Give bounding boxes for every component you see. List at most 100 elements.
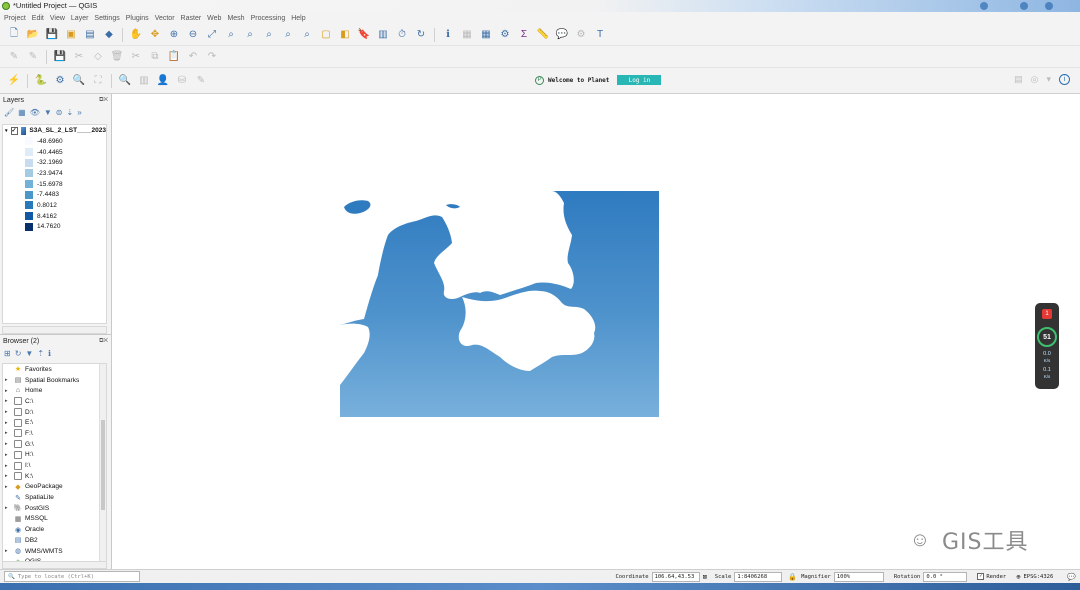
settings-gear-icon[interactable]: ⚙ [573,27,589,43]
locator-search[interactable]: 🔍 Type to locate (Ctrl+K) [4,571,140,582]
edits-pencil-icon[interactable]: ✎ [6,49,22,65]
attribute-table-icon[interactable]: ▦ [459,27,475,43]
open-layer-styling-icon[interactable]: 🖌 [4,108,14,117]
browser-item[interactable]: ◉ Oracle [3,524,106,535]
expand-all-icon[interactable]: ⇣ [67,108,74,117]
collapse-all-icon[interactable]: ⇡ [37,349,44,358]
field-calculator-icon[interactable]: ▦ [478,27,494,43]
zoom-out-icon[interactable]: ⊖ [185,27,201,43]
expand-icon[interactable]: ⛶ [90,73,106,89]
new-print-layout-icon[interactable]: ▣ [63,27,79,43]
show-bookmarks-icon[interactable]: ▥ [375,27,391,43]
expand-arrow-icon[interactable]: ▸ [5,441,11,447]
coordinate-field[interactable]: 106.64,43.53 [651,571,700,582]
browser-horizontal-scrollbar[interactable] [2,561,107,569]
menu-mesh[interactable]: Mesh [227,15,244,22]
render-checkbox[interactable]: ✓ [977,573,985,580]
quickosm-icon[interactable]: ⚡ [6,73,22,89]
info-icon[interactable]: i [1059,74,1070,85]
zoom-selection-icon[interactable]: ⌕ [223,27,239,43]
style-manager-icon[interactable]: ◆ [101,27,117,43]
browser-item[interactable]: ▸ I:\ [3,460,106,471]
menu-edit[interactable]: Edit [32,15,44,22]
menu-vector[interactable]: Vector [155,15,175,22]
browser-item[interactable]: ★ Favorites [3,364,106,375]
expand-arrow-icon[interactable]: ▸ [5,430,11,436]
refresh-icon[interactable]: ↻ [413,27,429,43]
expand-arrow-icon[interactable]: ▸ [5,463,11,469]
save-project-icon[interactable]: 💾 [44,27,60,43]
plugin-gear-icon[interactable]: ⚙ [52,73,68,89]
copy-features-icon[interactable]: ⧉ [147,49,163,65]
python-console-icon[interactable]: 🐍 [33,73,49,89]
collapse-arrow-icon[interactable]: ▾ [5,128,8,134]
expand-arrow-icon[interactable]: ▸ [5,505,11,511]
vertex-tool-icon[interactable]: ◇ [90,49,106,65]
scale-field[interactable]: 1:8406268 [734,571,783,582]
expand-arrow-icon[interactable]: ▸ [5,409,11,415]
panel-float-close-icon[interactable]: ⧉✕ [99,338,108,345]
browser-item[interactable]: ▦ MSSQL [3,514,106,525]
panel-float-close-icon[interactable]: ⧉✕ [99,97,108,104]
processing-toolbox-icon[interactable]: ⚙ [497,27,513,43]
browser-item[interactable]: ▸ ⌂ Home [3,385,106,396]
new-map-view-icon[interactable]: ▢ [318,27,334,43]
browser-item[interactable]: ▸ C:\ [3,396,106,407]
expand-arrow-icon[interactable]: ▸ [5,484,11,490]
cut-features-icon[interactable]: ✂ [128,49,144,65]
browser-item[interactable]: ▸ ◆ GeoPackage [3,482,106,493]
menu-web[interactable]: Web [207,15,221,22]
menu-project[interactable]: Project [4,15,26,22]
user-icon[interactable]: 👤 [155,73,171,89]
browser-item[interactable]: ✎ SpatiaLite [3,492,106,503]
add-group-icon[interactable]: ▦ [18,108,26,117]
temporal-controller-icon[interactable]: ⏱ [394,27,410,43]
delete-selected-icon[interactable]: 🗑 [109,49,125,65]
toggle-editing-icon[interactable]: ✎ [25,49,41,65]
chevron-down-icon[interactable]: ▾ [1046,74,1051,85]
report-icon[interactable]: ▤ [1014,74,1023,85]
undo-icon[interactable]: ↶ [185,49,201,65]
browser-item[interactable]: ▸ D:\ [3,407,106,418]
expand-arrow-icon[interactable]: ▸ [5,388,11,394]
expand-arrow-icon[interactable]: ▸ [5,548,11,554]
browser-item[interactable]: ▸ E:\ [3,417,106,428]
add-selected-layers-icon[interactable]: ⊞ [4,349,11,358]
browser-item[interactable]: ▸ 🐘 PostGIS [3,503,106,514]
zoom-in-icon[interactable]: ⊕ [166,27,182,43]
book-icon[interactable]: ▥ [136,73,152,89]
zoom-layer-icon[interactable]: ⌕ [242,27,258,43]
new-project-icon[interactable]: 🗋 [6,27,22,43]
open-project-icon[interactable]: 📂 [25,27,41,43]
search-icon[interactable]: 🔍 [71,73,87,89]
browser-item[interactable]: ▸ ◍ WMS/WMTS [3,546,106,557]
pan-map-icon[interactable]: ✋ [128,27,144,43]
bookmark-icon[interactable]: 🔖 [356,27,372,43]
lock-icon[interactable]: 🔒 [788,573,797,581]
redo-icon[interactable]: ↷ [204,49,220,65]
stamp-icon[interactable]: ⛁ [174,73,190,89]
browser-item[interactable]: ▤ DB2 [3,535,106,546]
menu-layer[interactable]: Layer [71,15,89,22]
zoom-next-icon[interactable]: ⌕ [299,27,315,43]
pan-to-selection-icon[interactable]: ✥ [147,27,163,43]
browser-item[interactable]: ▸ G:\ [3,439,106,450]
toggle-extents-icon[interactable]: ⊠ [703,573,707,581]
statistical-summary-icon[interactable]: Σ [516,27,532,43]
zoom-native-icon[interactable]: ⌕ [261,27,277,43]
layer-row[interactable]: ▾ ✓ S3A_SL_2_LST____2023 [3,125,106,136]
planet-login-button[interactable]: Log in [617,75,662,85]
filter-browser-icon[interactable]: ▼ [25,349,33,358]
browser-item[interactable]: ▸ F:\ [3,428,106,439]
rotation-field[interactable]: 0.0 ° [923,571,968,582]
expand-arrow-icon[interactable]: ▸ [5,420,11,426]
more-icon[interactable]: » [77,108,81,117]
explorer-icon[interactable]: 🔍 [117,73,133,89]
identify-features-icon[interactable]: ℹ [440,27,456,43]
expand-arrow-icon[interactable]: ▸ [5,398,11,404]
map-canvas[interactable] [116,95,1080,569]
layout-manager-icon[interactable]: ▤ [82,27,98,43]
crs-globe-icon[interactable]: ⊕ [1016,573,1020,581]
menu-view[interactable]: View [50,15,65,22]
filter-by-expression-icon[interactable]: ⊜ [56,108,63,117]
